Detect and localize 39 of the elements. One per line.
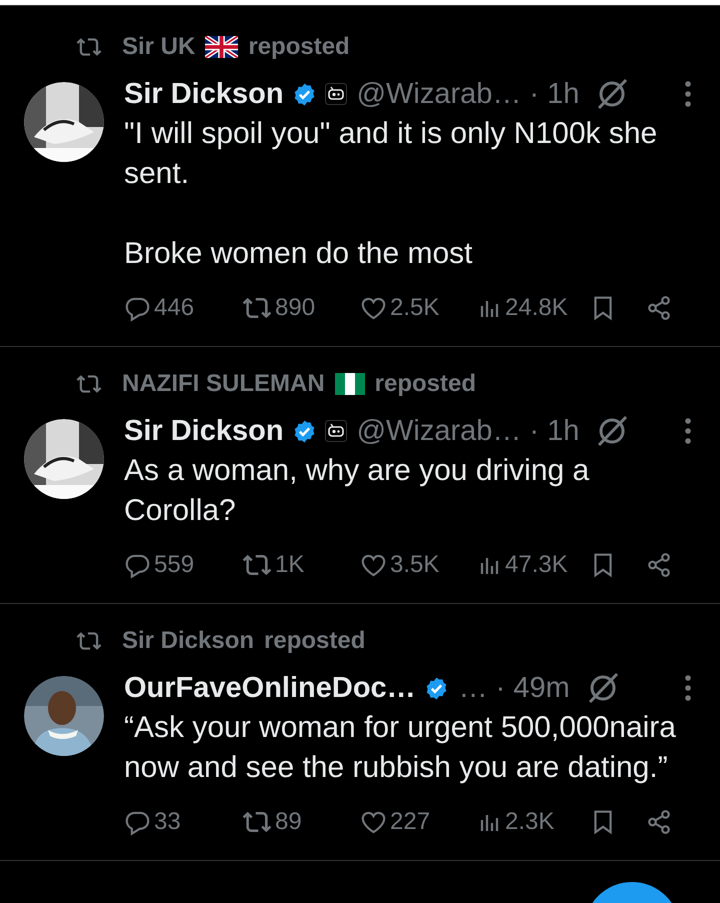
reposted-label: reposted bbox=[264, 627, 366, 655]
reposted-label: reposted bbox=[374, 370, 476, 398]
more-icon[interactable] bbox=[684, 674, 692, 702]
post-text: “Ask your woman for urgent 500,000naira now and see the rubbish you are dating.” bbox=[124, 710, 677, 786]
reply-count: 446 bbox=[154, 294, 194, 322]
more-icon[interactable] bbox=[684, 80, 692, 108]
author-handle: @Wizarab… bbox=[356, 414, 522, 448]
share-icon[interactable] bbox=[646, 809, 672, 835]
reposter-name[interactable]: Sir Dickson bbox=[122, 627, 254, 655]
reposter-name[interactable]: Sir UK bbox=[122, 33, 196, 61]
repost-count: 1K bbox=[275, 551, 304, 579]
reposter-name[interactable]: NAZIFI SULEMAN bbox=[122, 370, 325, 398]
view-count: 24.8K bbox=[505, 294, 568, 322]
post-time: · 49m bbox=[496, 672, 570, 704]
author-name[interactable]: OurFaveOnlineDoc… bbox=[124, 672, 416, 704]
slashed-circle-icon[interactable] bbox=[595, 77, 630, 111]
reply-count: 33 bbox=[154, 808, 181, 836]
like-count: 3.5K bbox=[390, 551, 440, 579]
share-icon[interactable] bbox=[646, 295, 672, 321]
like-count: 227 bbox=[390, 808, 430, 836]
author-name[interactable]: Sir Dickson bbox=[124, 414, 284, 448]
post-text: "I will spoil you" and it is only N100k she sent. bbox=[124, 116, 658, 192]
post-text: Broke women do the most bbox=[124, 236, 474, 272]
slashed-circle-icon[interactable] bbox=[595, 414, 630, 448]
reposted-label: reposted bbox=[248, 33, 350, 61]
post-time: · 1h bbox=[529, 414, 580, 448]
post-time: · 1h bbox=[529, 78, 580, 110]
author-handle: @Wizarab… bbox=[356, 78, 522, 110]
post-text: As a woman, why are you driving a Corolla? bbox=[124, 453, 590, 529]
author-name[interactable]: Sir Dickson bbox=[124, 78, 284, 110]
view-count: 2.3K bbox=[505, 808, 554, 836]
more-icon[interactable] bbox=[684, 417, 692, 445]
author-handle: … bbox=[458, 672, 488, 704]
view-count: 47.3K bbox=[505, 551, 568, 579]
reply-count: 559 bbox=[154, 551, 194, 579]
like-count: 2.5K bbox=[390, 294, 440, 322]
repost-count: 890 bbox=[275, 294, 316, 322]
share-icon[interactable] bbox=[646, 552, 672, 578]
repost-count: 89 bbox=[275, 808, 302, 836]
